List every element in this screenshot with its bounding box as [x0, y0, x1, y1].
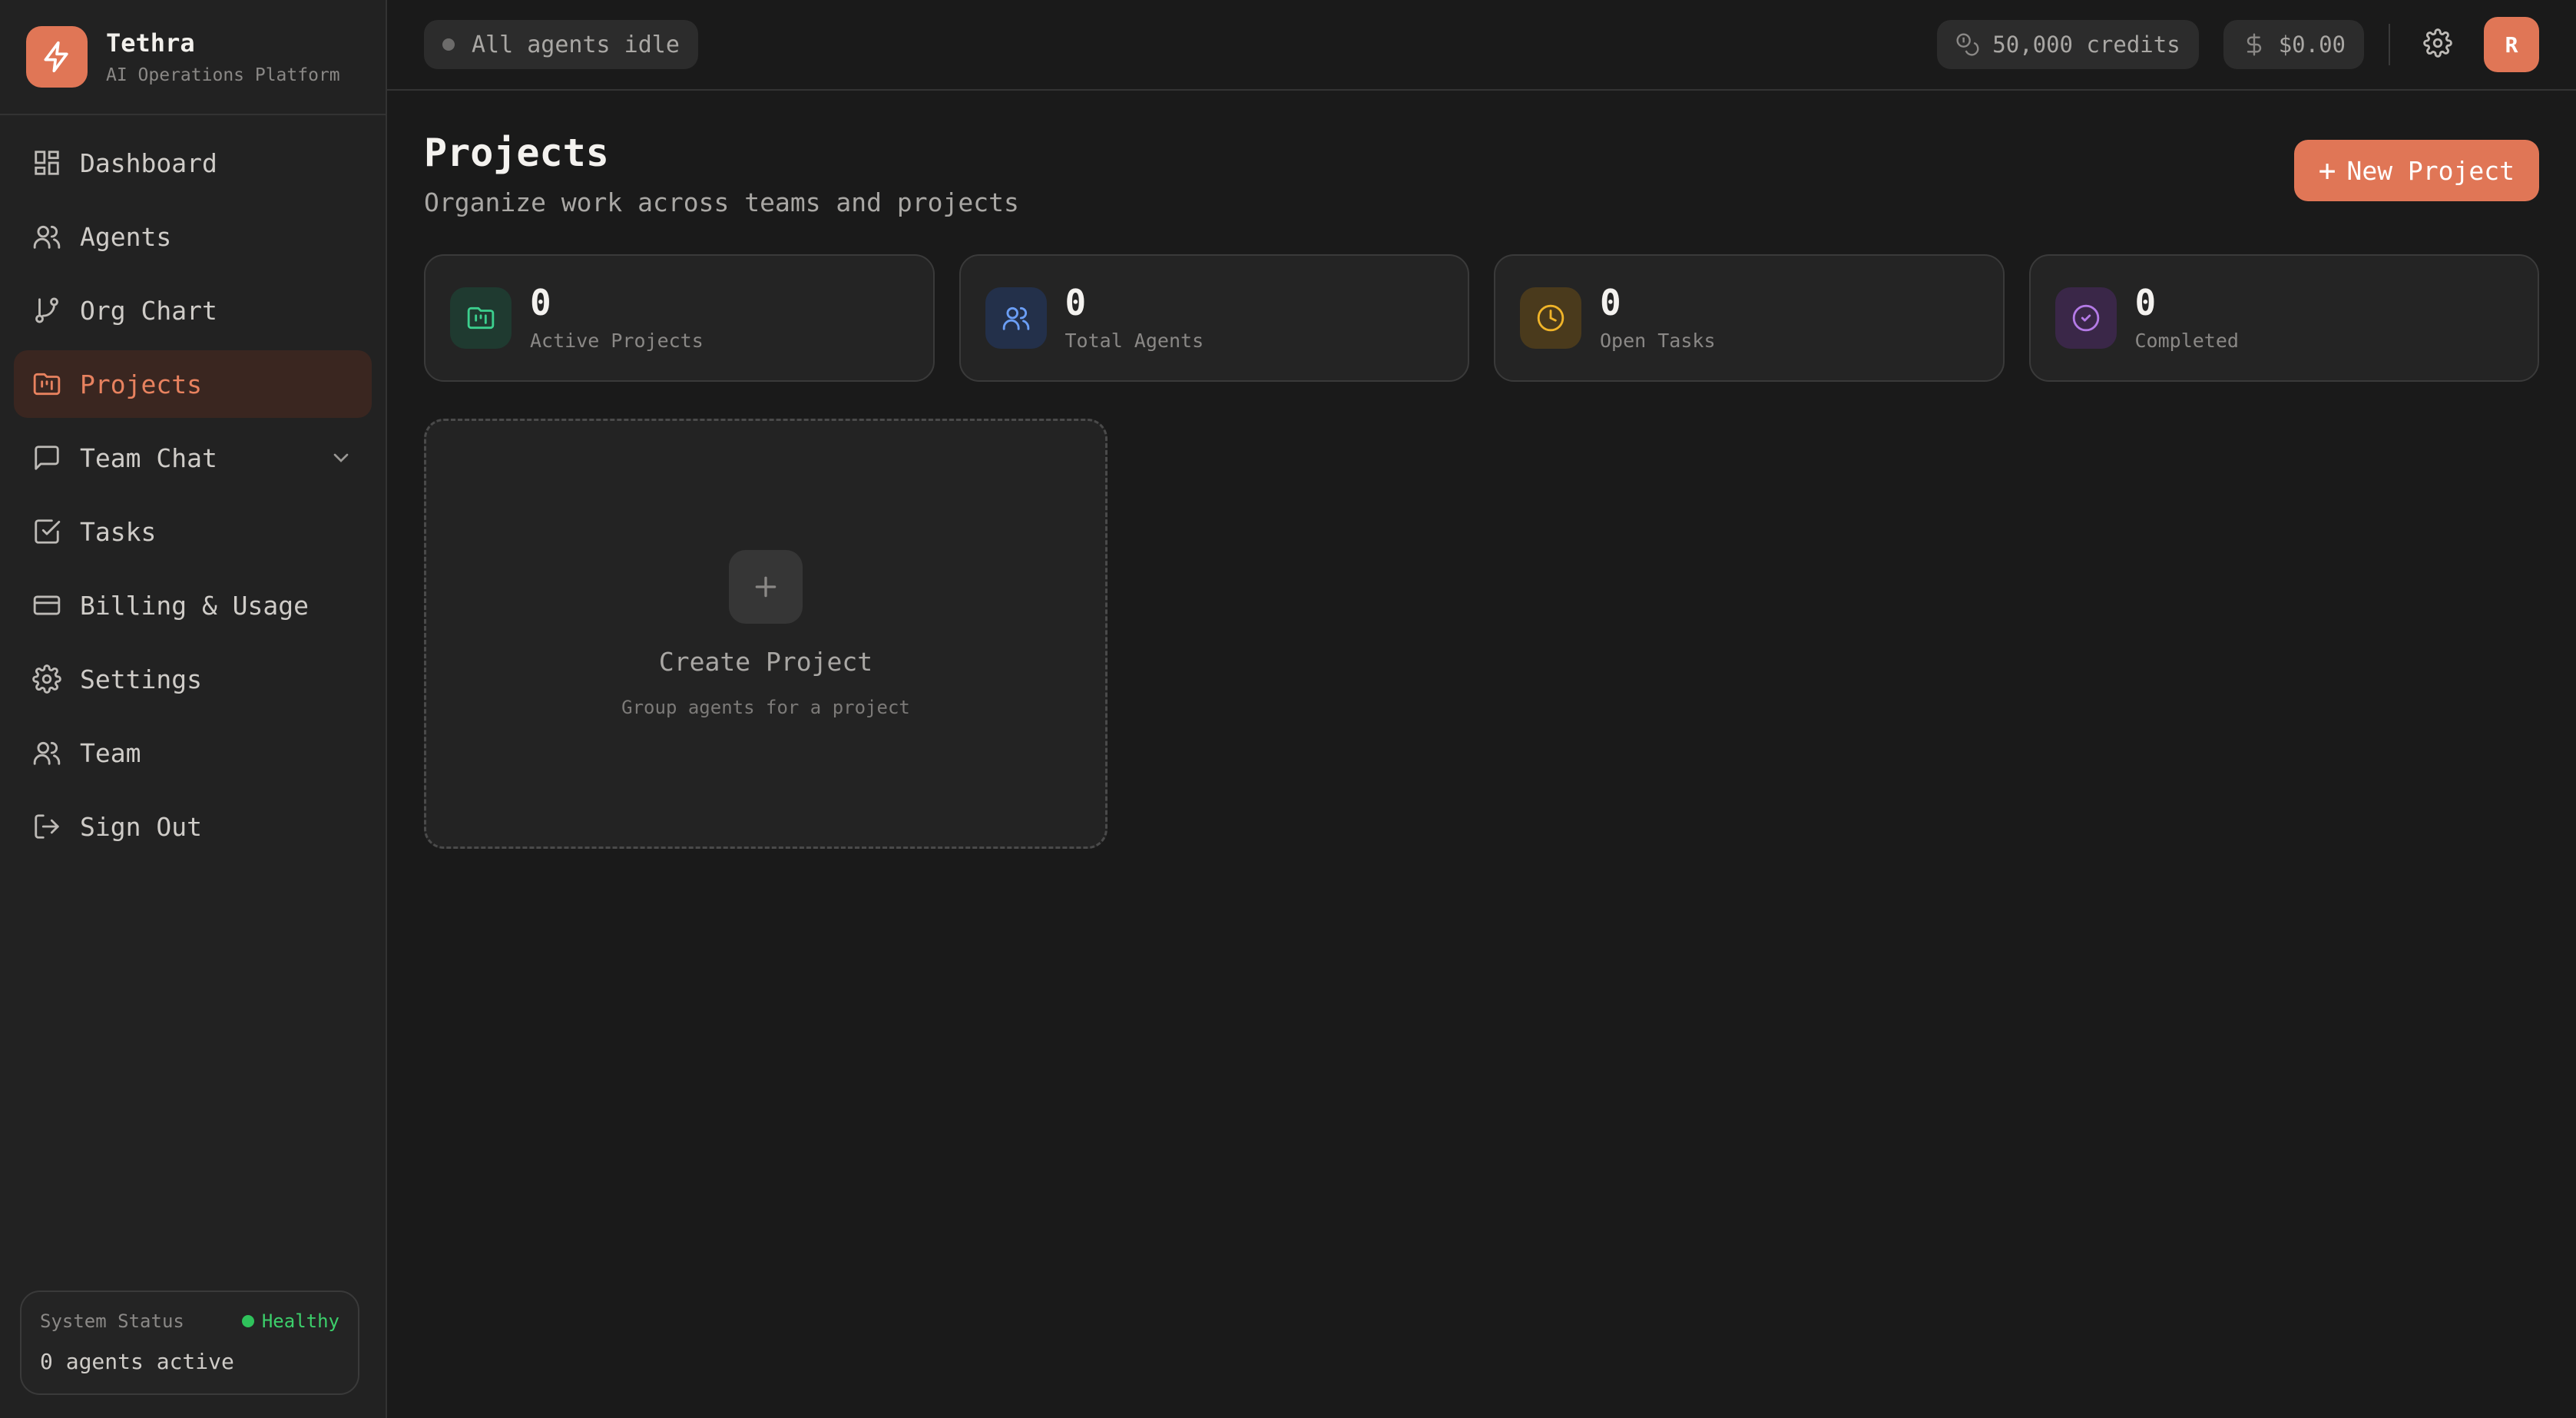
- user-avatar[interactable]: R: [2484, 17, 2539, 72]
- stat-value: 0: [530, 281, 551, 323]
- stat-card-total-agents: 0 Total Agents: [959, 254, 1469, 382]
- balance-pill[interactable]: $0.00: [2223, 20, 2364, 69]
- dashboard-icon: [32, 148, 61, 177]
- sidebar-item-label: Team: [80, 737, 141, 768]
- page-header: Projects Organize work across teams and …: [424, 128, 2539, 217]
- sidebar-item-label: Org Chart: [80, 295, 217, 326]
- system-status-card: System Status Healthy 0 agents active: [20, 1290, 359, 1395]
- stat-value: 0: [1600, 281, 1621, 323]
- stat-label: Open Tasks: [1600, 329, 1716, 352]
- sidebar: Tethra AI Operations Platform Dashboard …: [0, 0, 387, 1418]
- plus-icon: [729, 549, 803, 624]
- credit-card-icon: [32, 591, 61, 620]
- stat-label: Active Projects: [530, 329, 704, 352]
- stat-value: 0: [1065, 281, 1087, 323]
- projects-content: Projects Organize work across teams and …: [387, 91, 2576, 886]
- health-badge: Healthy: [241, 1310, 339, 1332]
- sidebar-item-label: Team Chat: [80, 442, 217, 473]
- check-square-icon: [32, 517, 61, 546]
- sidebar-item-sign-out[interactable]: Sign Out: [14, 793, 372, 860]
- gear-icon: [2423, 28, 2452, 61]
- git-branch-icon: [32, 296, 61, 325]
- top-bar-actions: 50,000 credits $0.00 R: [1912, 17, 2539, 72]
- sidebar-item-team-chat[interactable]: Team Chat: [14, 424, 372, 492]
- stat-card-active-projects: 0 Active Projects: [424, 254, 935, 382]
- top-bar: All agents idle 50,000 credits $0.00 R: [387, 0, 2576, 91]
- create-project-title: Create Project: [658, 646, 873, 677]
- page-subtitle: Organize work across teams and projects: [424, 187, 1019, 217]
- stat-label: Completed: [2134, 329, 2239, 352]
- sidebar-item-label: Agents: [80, 221, 172, 252]
- sidebar-item-label: Dashboard: [80, 147, 217, 178]
- message-square-icon: [32, 443, 61, 472]
- chevron-down-icon[interactable]: [329, 446, 353, 470]
- agent-status-text: All agents idle: [472, 31, 680, 58]
- sidebar-item-projects[interactable]: Projects: [14, 350, 372, 418]
- folder-kanban-icon: [32, 369, 61, 399]
- sidebar-item-team[interactable]: Team: [14, 719, 372, 787]
- sidebar-item-label: Sign Out: [80, 811, 202, 842]
- page-title: Projects: [424, 131, 609, 175]
- sidebar-item-label: Tasks: [80, 516, 157, 547]
- check-circle-icon: [2055, 287, 2117, 349]
- sidebar-item-label: Settings: [80, 664, 202, 694]
- new-project-label: New Project: [2346, 155, 2515, 186]
- sidebar-item-agents[interactable]: Agents: [14, 203, 372, 270]
- status-dot-icon: [442, 38, 455, 51]
- stat-card-completed: 0 Completed: [2028, 254, 2539, 382]
- sidebar-item-settings[interactable]: Settings: [14, 645, 372, 713]
- users-icon: [985, 287, 1047, 349]
- healthy-dot-icon: [241, 1315, 254, 1327]
- gear-icon: [32, 664, 61, 694]
- credits-text: 50,000 credits: [1992, 31, 2180, 58]
- brand-subtitle: AI Operations Platform: [106, 65, 340, 85]
- create-project-subtitle: Group agents for a project: [621, 696, 910, 718]
- sidebar-item-label: Projects: [80, 369, 202, 399]
- plus-icon: +: [2318, 154, 2336, 187]
- create-project-card[interactable]: Create Project Group agents for a projec…: [424, 419, 1108, 849]
- settings-button[interactable]: [2413, 20, 2462, 69]
- sidebar-item-billing[interactable]: Billing & Usage: [14, 572, 372, 639]
- coins-icon: [1955, 32, 1980, 57]
- users-icon: [32, 222, 61, 251]
- clock-icon: [1520, 287, 1581, 349]
- folder-kanban-icon: [450, 287, 512, 349]
- users-icon: [32, 738, 61, 767]
- brand-name: Tethra: [106, 28, 195, 58]
- lightning-logo-icon: [26, 26, 88, 88]
- main-area: All agents idle 50,000 credits $0.00 R P…: [387, 0, 2576, 1418]
- balance-text: $0.00: [2278, 31, 2346, 58]
- sidebar-item-dashboard[interactable]: Dashboard: [14, 129, 372, 197]
- stat-card-open-tasks: 0 Open Tasks: [1494, 254, 2005, 382]
- active-agents-count: 0 agents active: [40, 1349, 234, 1374]
- new-project-button[interactable]: + New Project: [2293, 140, 2539, 201]
- stats-row: 0 Active Projects 0 Total Agents 0 Open …: [424, 254, 2539, 382]
- log-out-icon: [32, 812, 61, 841]
- sidebar-nav: Dashboard Agents Org Chart Projects Team…: [0, 115, 386, 880]
- dollar-icon: [2242, 32, 2266, 57]
- system-status-label: System Status: [40, 1310, 184, 1332]
- brand-header[interactable]: Tethra AI Operations Platform: [0, 0, 386, 115]
- sidebar-item-label: Billing & Usage: [80, 590, 310, 621]
- health-text: Healthy: [261, 1310, 339, 1332]
- stat-label: Total Agents: [1065, 329, 1204, 352]
- app-root: Tethra AI Operations Platform Dashboard …: [0, 0, 2576, 1418]
- top-bar-divider: [2389, 24, 2390, 65]
- stat-value: 0: [2134, 281, 2157, 323]
- credits-pill[interactable]: 50,000 credits: [1937, 20, 2199, 69]
- agent-status-pill: All agents idle: [424, 20, 698, 69]
- sidebar-item-tasks[interactable]: Tasks: [14, 498, 372, 565]
- sidebar-item-org-chart[interactable]: Org Chart: [14, 277, 372, 344]
